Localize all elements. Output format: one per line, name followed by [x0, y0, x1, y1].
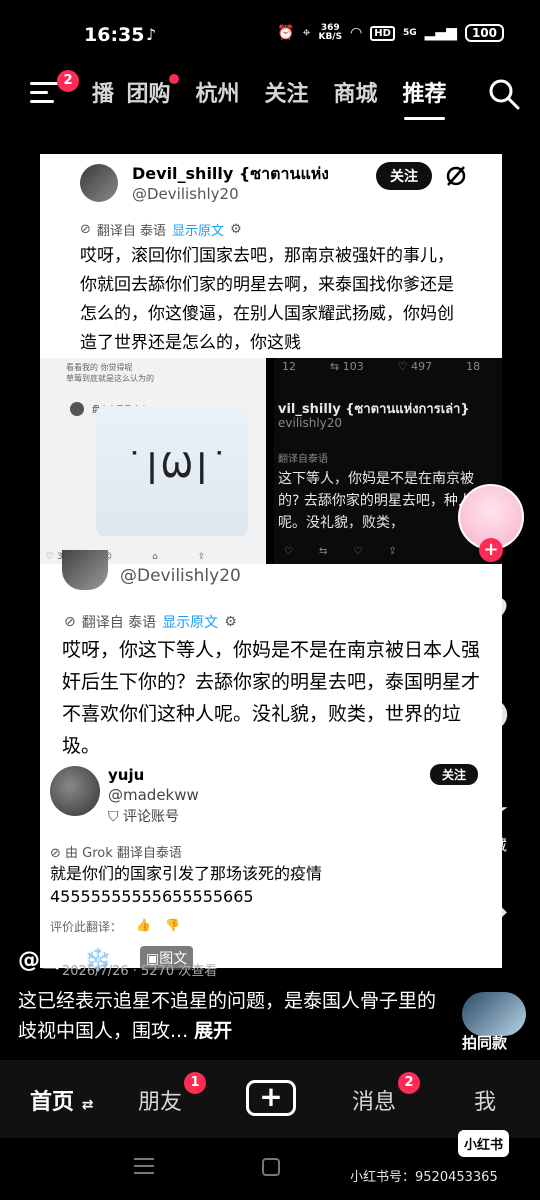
- post-meta: 2026/7/26 · 5270 次查看: [62, 964, 218, 979]
- wifi-icon: ◠: [350, 25, 363, 41]
- menu-badge: 2: [57, 70, 79, 92]
- inset-translated-label: 翻译自泰语: [278, 454, 328, 465]
- inset-header-line: 看看我的 你觉得呢: [66, 363, 133, 372]
- top-nav: 2 播 团购 杭州 关注 商城 推荐: [0, 70, 540, 122]
- reply-name: yuju: [108, 766, 145, 784]
- signal-label: 5G: [402, 27, 417, 38]
- watermark-text: 小红书号：9520453365: [350, 1170, 498, 1185]
- tab-following[interactable]: 关注: [252, 76, 321, 108]
- avatar: [62, 550, 108, 590]
- tab-live[interactable]: 播: [90, 76, 114, 108]
- thumbs-up-icon: 👍: [136, 918, 151, 932]
- divider: [266, 358, 274, 564]
- location-icon: ⌖: [302, 25, 311, 41]
- inset-header-line: 草莓到底就是这么认为的: [66, 374, 154, 383]
- recent-apps-icon[interactable]: [134, 1158, 154, 1176]
- shield-icon: ⛉: [108, 809, 119, 825]
- nav-me[interactable]: 我: [474, 1084, 496, 1116]
- tweet-handle: @Devilishly20: [132, 185, 239, 203]
- channel-tabs: 播 团购 杭州 关注 商城 推荐: [90, 74, 459, 120]
- rate-translation: 评价此翻译： 👍 👎: [50, 918, 180, 934]
- nav-friends[interactable]: 朋友: [138, 1084, 182, 1116]
- search-icon[interactable]: [488, 78, 520, 110]
- tweet-text: 哎呀，滚回你们国家去吧，那南京被强奸的事儿，你就回去舔你们家的明星去啊，来泰国找…: [80, 246, 454, 353]
- translated-label: 翻译自 泰语: [81, 615, 157, 631]
- star-icon: ★: [474, 789, 510, 835]
- avatar: [50, 766, 100, 816]
- gear-icon: ⚙: [224, 614, 237, 630]
- grok-icon: ⊘: [80, 222, 91, 237]
- tweet-text: 哎呀，你这下等人，你妈是不是在南京被日本人强奸后生下你的？去舔你家的明星去吧，泰…: [62, 639, 481, 757]
- hd-badge: HD: [370, 25, 395, 41]
- nav-home[interactable]: 首页 ⇄: [30, 1084, 93, 1116]
- network-speed: 369 KB/S: [318, 23, 343, 42]
- share-count: 14: [482, 934, 502, 952]
- tweet-handle: @Devilishly20: [120, 566, 241, 586]
- grok-icon: ⊘: [50, 846, 61, 861]
- sticker-image: ˙ǀѠǀ˙: [96, 406, 248, 536]
- inset-actions: ♡ ⇆ ♡ ⇪: [284, 546, 397, 557]
- inset-screenshot-left: 看看我的 你觉得呢草莓到底就是这么认为的 盘十字零号病人 ˙ǀѠǀ˙ ♡ 3☺⌂…: [40, 358, 266, 564]
- tiktok-icon: ♪: [146, 25, 157, 44]
- tweet-header: Devil_shilly {ซาตานแห่งก... @Devilishly2…: [80, 158, 500, 214]
- translation-row: ⊘ 翻译自 泰语 显示原文 ⚙: [80, 220, 242, 239]
- tab-group-buy[interactable]: 团购: [114, 74, 183, 108]
- grok-translation-label: ⊘ 由 Grok 翻译自泰语: [50, 846, 182, 861]
- like-button[interactable]: ♥ 97: [456, 592, 528, 654]
- tab-hangzhou[interactable]: 杭州: [183, 76, 252, 108]
- battery-indicator: 100: [464, 24, 504, 42]
- translated-label: 翻译自 泰语: [96, 224, 167, 239]
- heart-icon: ♥: [474, 591, 510, 637]
- bottom-nav: 首页 ⇄ 朋友 1 + 消息 2 我: [0, 1060, 540, 1138]
- music-disc[interactable]: [462, 992, 526, 1036]
- tab-mall[interactable]: 商城: [321, 76, 390, 108]
- sticker-face: ˙ǀѠǀ˙: [126, 446, 232, 486]
- reply-handle: @madekww: [108, 786, 199, 804]
- inset-handle: evilishly20: [278, 416, 343, 430]
- home-icon[interactable]: [262, 1158, 280, 1176]
- show-original-link: 显示原文: [172, 224, 225, 239]
- show-original-link: 显示原文: [162, 615, 219, 631]
- reply-text: 就是你们的国家引发了那场该死的疫情 45555555555655555665: [50, 864, 323, 906]
- signal-icon: ▂▄▆: [424, 25, 457, 41]
- alarm-icon: ⏰: [277, 25, 295, 41]
- status-bar: 16:35 ♪ ⏰ ⌖ 369 KB/S ◠ HD 5G ▂▄▆ 100: [0, 0, 540, 70]
- share-button[interactable]: ➦ 14: [456, 890, 528, 952]
- share-icon: ➦: [475, 889, 509, 935]
- follow-button: 关注: [430, 764, 479, 785]
- friends-badge: 1: [184, 1072, 206, 1094]
- reply-badge: ⛉ 评论账号: [108, 809, 179, 825]
- messages-badge: 2: [398, 1072, 420, 1094]
- create-button[interactable]: +: [246, 1080, 296, 1116]
- system-nav: 小红书 小红书号：9520453365: [0, 1130, 540, 1200]
- watermark-logo: 小红书: [458, 1130, 510, 1157]
- expand-link[interactable]: 展开: [194, 1020, 232, 1042]
- follow-plus-button[interactable]: +: [479, 538, 503, 562]
- nav-messages[interactable]: 消息: [352, 1084, 396, 1116]
- like-count: 97: [482, 636, 502, 654]
- grok-icon: [446, 166, 466, 186]
- tab-notification-dot: [169, 74, 179, 84]
- gear-icon: ⚙: [230, 222, 242, 237]
- follow-button: 关注: [376, 162, 432, 190]
- tweet-display-name: Devil_shilly {ซาตานแห่งก...: [132, 164, 328, 183]
- inset-stats: 12 ⇆ 103 ♡ 497 18: [282, 360, 481, 373]
- comment-button[interactable]: ● 4: [456, 690, 528, 752]
- thumbs-down-icon: 👎: [164, 918, 180, 932]
- caption-text[interactable]: 这已经表示追星不追星的问题，是泰国人骨子里的歧视中国人，围攻... 展开: [18, 986, 438, 1046]
- swap-icon: ⇄: [81, 1097, 94, 1113]
- favorite-label: 收藏: [476, 836, 507, 854]
- status-time: 16:35: [84, 24, 145, 46]
- translation-row: ⊘ 翻译自 泰语 显示原文 ⚙: [64, 612, 237, 632]
- comment-icon: ●: [474, 689, 510, 735]
- avatar: [70, 402, 84, 416]
- tab-recommend[interactable]: 推荐: [390, 76, 459, 120]
- post-image[interactable]: Devil_shilly {ซาตานแห่งก... @Devilishly2…: [40, 154, 502, 968]
- grok-icon: ⊘: [64, 614, 76, 630]
- favorite-button[interactable]: ★ 收藏: [456, 790, 528, 855]
- avatar: [80, 164, 118, 202]
- menu-icon[interactable]: [30, 82, 58, 106]
- comment-count: 4: [487, 734, 497, 752]
- same-style-label[interactable]: 拍同款: [462, 1032, 507, 1053]
